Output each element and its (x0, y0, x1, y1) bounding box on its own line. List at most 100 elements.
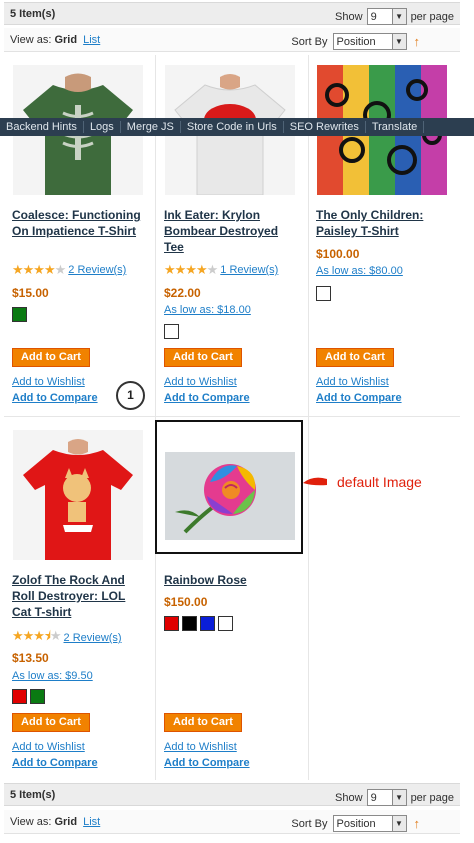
color-swatches (12, 689, 45, 704)
sort-value: Position (336, 35, 376, 48)
devbar-item[interactable]: Logs (84, 121, 121, 133)
add-to-cart-button[interactable]: Add to Cart (164, 348, 242, 367)
sort-value: Position (336, 817, 376, 830)
per-page-label: per page (410, 10, 454, 23)
per-page-select[interactable]: 9 ▼ (366, 8, 407, 25)
add-to-wishlist-link[interactable]: Add to Wishlist (316, 376, 389, 388)
view-grid-current: Grid (54, 816, 78, 828)
per-page-value: 9 (370, 791, 377, 804)
add-to-compare-link[interactable]: Add to Compare (164, 757, 250, 769)
grid-divider (155, 55, 156, 780)
as-low-as-price: As low as: $9.50 (12, 670, 93, 682)
swatch-black[interactable] (182, 616, 197, 631)
default-image-label: default Image (337, 474, 422, 490)
as-low-as-price: As low as: $80.00 (316, 265, 403, 277)
star-rating-icon: ★★★★★ (164, 262, 218, 277)
swatch-red[interactable] (12, 689, 27, 704)
developer-toolbar: Backend Hints Logs Merge JS Store Code i… (0, 118, 474, 136)
color-swatches (12, 307, 27, 322)
product-name[interactable]: Coalesce: Functioning On Impatience T-Sh… (12, 207, 147, 239)
per-page-label: per page (410, 791, 454, 804)
view-list-link[interactable]: List (83, 34, 100, 46)
swatch-green[interactable] (30, 689, 45, 704)
add-to-wishlist-link[interactable]: Add to Wishlist (12, 376, 85, 388)
as-low-as-price: As low as: $18.00 (164, 304, 251, 316)
arrow-up-icon[interactable]: ↑ (414, 816, 421, 831)
reviews-link[interactable]: 2 Review(s) (64, 632, 122, 644)
annotation-marker: 1 (116, 381, 145, 410)
per-page-select[interactable]: 9 ▼ (366, 789, 407, 806)
view-grid-current: Grid (54, 34, 78, 46)
pager-bottom: 5 Item(s) Show 9 ▼ per page (4, 783, 460, 806)
devbar-item[interactable]: SEO Rewrites (284, 121, 366, 133)
sort-control: Sort By Position ▼ ↑ (291, 815, 420, 832)
row-divider (4, 416, 460, 417)
add-to-cart-button[interactable]: Add to Cart (316, 348, 394, 367)
add-to-compare-link[interactable]: Add to Compare (164, 392, 250, 404)
chevron-down-icon: ▼ (391, 790, 406, 805)
chevron-down-icon: ▼ (391, 816, 406, 831)
color-swatches (316, 286, 331, 301)
sort-select[interactable]: Position ▼ (332, 33, 407, 50)
product-name[interactable]: Rainbow Rose (164, 572, 299, 588)
product-image[interactable] (13, 430, 143, 560)
default-image-highlight (155, 420, 303, 554)
color-swatches (164, 616, 233, 631)
add-to-compare-link[interactable]: Add to Compare (12, 757, 98, 769)
reviews-link[interactable]: 1 Review(s) (220, 264, 278, 276)
product-price: $13.50 (12, 651, 49, 665)
sorter-top: View as: Grid List Sort By Position ▼ ↑ (4, 28, 460, 52)
add-to-cart-button[interactable]: Add to Cart (12, 348, 90, 367)
grid-divider (308, 55, 309, 780)
pager-top: 5 Item(s) Show 9 ▼ per page (4, 2, 460, 25)
product-name[interactable]: Ink Eater: Krylon Bombear Destroyed Tee (164, 207, 299, 255)
show-label: Show (335, 10, 363, 23)
add-to-cart-button[interactable]: Add to Cart (12, 713, 90, 732)
devbar-item[interactable]: Merge JS (121, 121, 181, 133)
swatch-white[interactable] (316, 286, 331, 301)
per-page-control: Show 9 ▼ per page (335, 8, 454, 25)
add-to-wishlist-link[interactable]: Add to Wishlist (164, 741, 237, 753)
sort-select[interactable]: Position ▼ (332, 815, 407, 832)
devbar-item[interactable]: Translate (366, 121, 425, 133)
product-name[interactable]: The Only Children: Paisley T-Shirt (316, 207, 451, 239)
product-name[interactable]: Zolof The Rock And Roll Destroyer: LOL C… (12, 572, 147, 620)
show-label: Show (335, 791, 363, 804)
add-to-wishlist-link[interactable]: Add to Wishlist (164, 376, 237, 388)
rating: ★★★★★ 1 Review(s) (164, 262, 278, 278)
view-as-label: View as: (10, 816, 52, 828)
star-rating-icon: ★★★⯨★ (12, 628, 61, 643)
add-to-wishlist-link[interactable]: Add to Wishlist (12, 741, 85, 753)
per-page-value: 9 (370, 10, 377, 23)
swatch-green[interactable] (12, 307, 27, 322)
swatch-white[interactable] (164, 324, 179, 339)
rating: ★★★★★ 2 Review(s) (12, 262, 126, 278)
add-to-compare-link[interactable]: Add to Compare (12, 392, 98, 404)
chevron-down-icon: ▼ (391, 34, 406, 49)
sort-by-label: Sort By (291, 817, 328, 830)
sort-by-label: Sort By (291, 35, 328, 48)
chevron-down-icon: ▼ (391, 9, 406, 24)
swatch-white[interactable] (218, 616, 233, 631)
reviews-link[interactable]: 2 Review(s) (68, 264, 126, 276)
star-rating-icon: ★★★★★ (12, 262, 66, 277)
product-price: $22.00 (164, 286, 201, 300)
sorter-bottom: View as: Grid List Sort By Position ▼ ↑ (4, 810, 460, 834)
add-to-compare-link[interactable]: Add to Compare (316, 392, 402, 404)
view-as-label: View as: (10, 34, 52, 46)
per-page-control: Show 9 ▼ per page (335, 789, 454, 806)
arrow-up-icon[interactable]: ↑ (414, 34, 421, 49)
product-price: $150.00 (164, 595, 208, 609)
devbar-item[interactable]: Store Code in Urls (181, 121, 284, 133)
item-count: 5 Item(s) (10, 8, 56, 20)
view-mode: View as: Grid List (10, 34, 100, 46)
view-mode: View as: Grid List (10, 816, 100, 828)
swatch-red[interactable] (164, 616, 179, 631)
swatch-blue[interactable] (200, 616, 215, 631)
callout-arrow-icon (303, 477, 327, 486)
add-to-cart-button[interactable]: Add to Cart (164, 713, 242, 732)
color-swatches (164, 324, 179, 339)
view-list-link[interactable]: List (83, 816, 100, 828)
devbar-item[interactable]: Backend Hints (0, 121, 84, 133)
product-price: $15.00 (12, 286, 49, 300)
